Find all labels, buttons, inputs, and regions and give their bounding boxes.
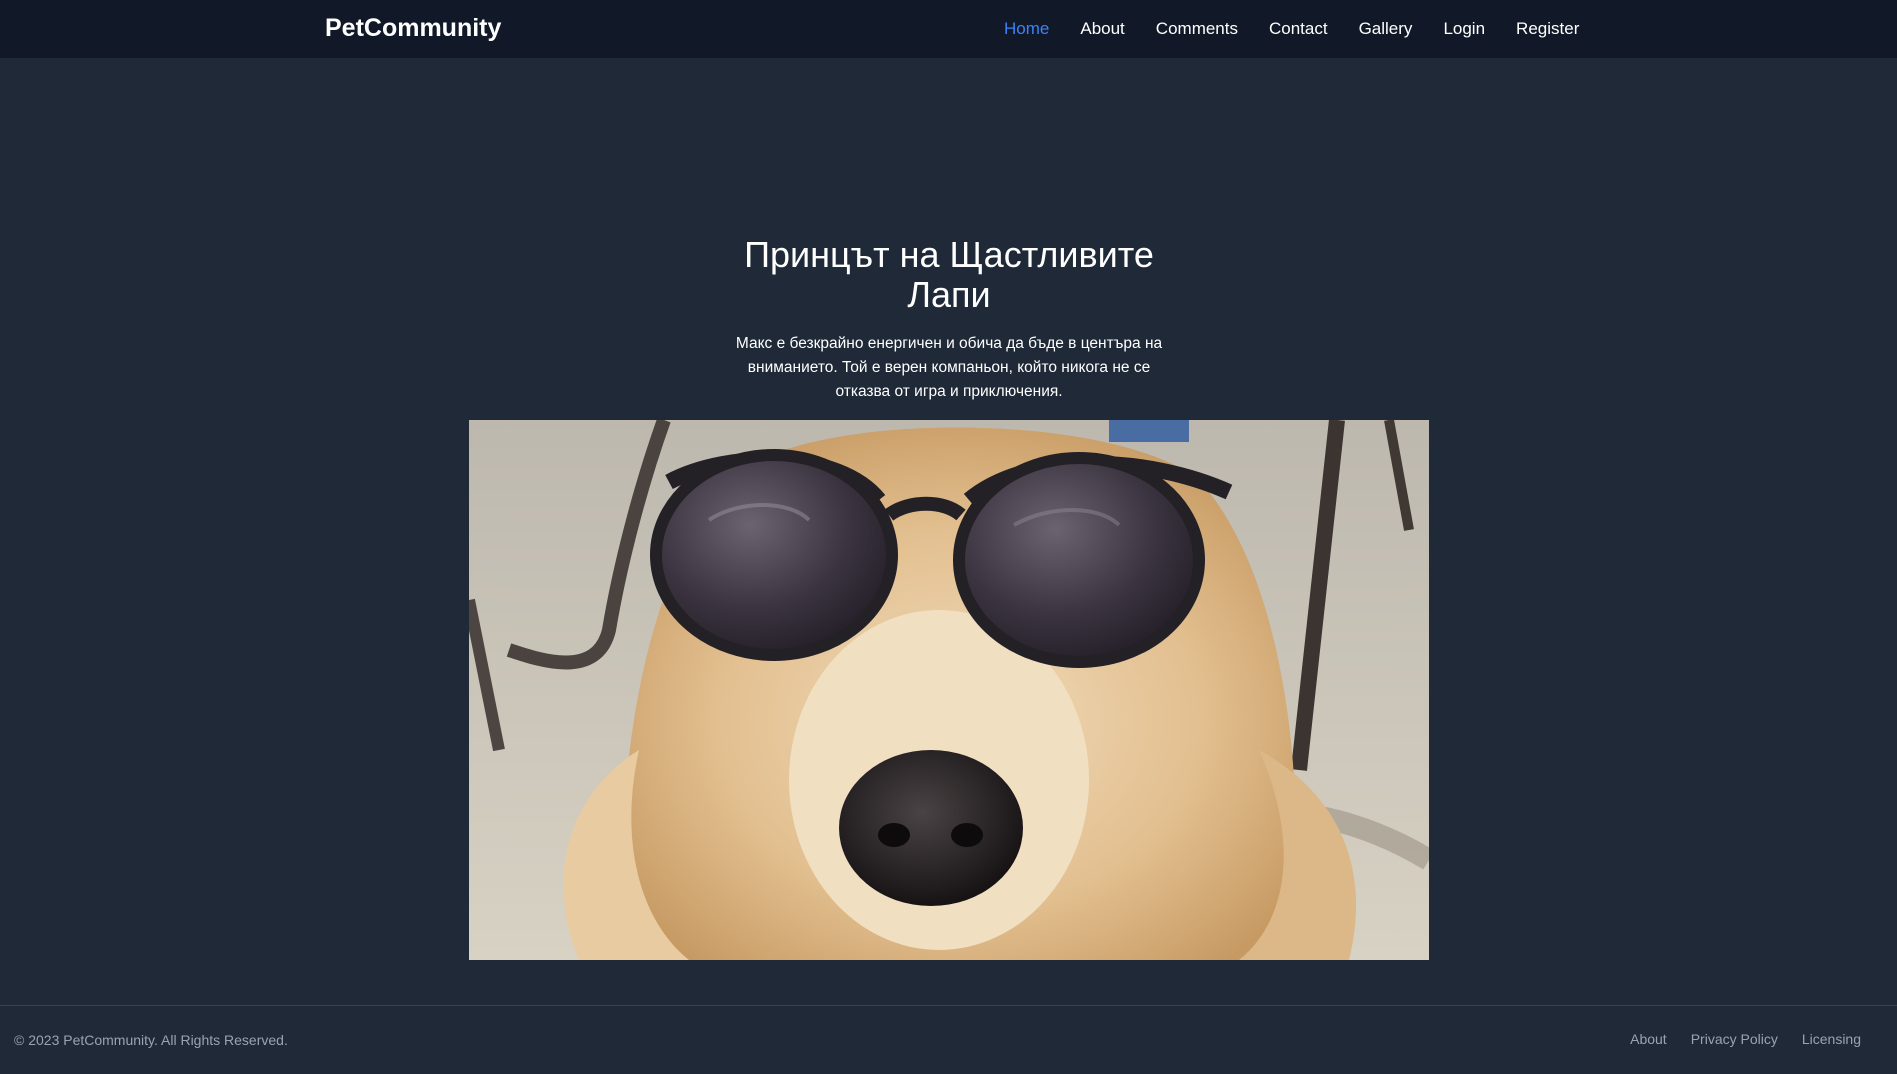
nav-item-comments: Comments (1156, 19, 1238, 39)
nav-link-login[interactable]: Login (1443, 19, 1485, 38)
nav-item-about: About (1080, 19, 1124, 39)
hero-title: Принцът на Щастливите Лапи (744, 234, 1154, 315)
top-navbar: PetCommunity Home About Comments Contact… (0, 0, 1897, 58)
nav-item-contact: Contact (1269, 19, 1328, 39)
footer-item-licensing: Licensing (1802, 1031, 1861, 1049)
hero-description: Макс е безкрайно енергичен и обича да бъ… (735, 335, 1163, 400)
nav-link-gallery[interactable]: Gallery (1359, 19, 1413, 38)
nav-item-login: Login (1443, 19, 1485, 39)
footer-item-about: About (1630, 1031, 1667, 1049)
footer-link-privacy-policy[interactable]: Privacy Policy (1691, 1031, 1778, 1047)
hero-section: Принцът на Щастливите Лапи Макс е безкра… (0, 58, 1897, 1005)
nav-item-register: Register (1516, 19, 1579, 39)
nav-item-gallery: Gallery (1359, 19, 1413, 39)
brand-logo-link[interactable]: PetCommunity (325, 0, 501, 58)
nav-link-about[interactable]: About (1080, 19, 1124, 38)
nav-item-home: Home (1004, 19, 1049, 39)
nav-link-register[interactable]: Register (1516, 19, 1579, 38)
footer-item-privacy: Privacy Policy (1691, 1031, 1778, 1049)
footer-link-about[interactable]: About (1630, 1031, 1667, 1047)
footer-link-licensing[interactable]: Licensing (1802, 1031, 1861, 1047)
nav-link-comments[interactable]: Comments (1156, 19, 1238, 38)
nav-links: Home About Comments Contact Gallery Logi… (1004, 0, 1584, 58)
hero-dog-photo (469, 420, 1429, 960)
page-footer: © 2023 PetCommunity. All Rights Reserved… (0, 1005, 1897, 1074)
nav-link-home[interactable]: Home (1004, 19, 1049, 38)
nav-link-contact[interactable]: Contact (1269, 19, 1328, 38)
copyright-text: © 2023 PetCommunity. All Rights Reserved… (14, 1032, 288, 1048)
footer-links: About Privacy Policy Licensing (1606, 1006, 1861, 1074)
